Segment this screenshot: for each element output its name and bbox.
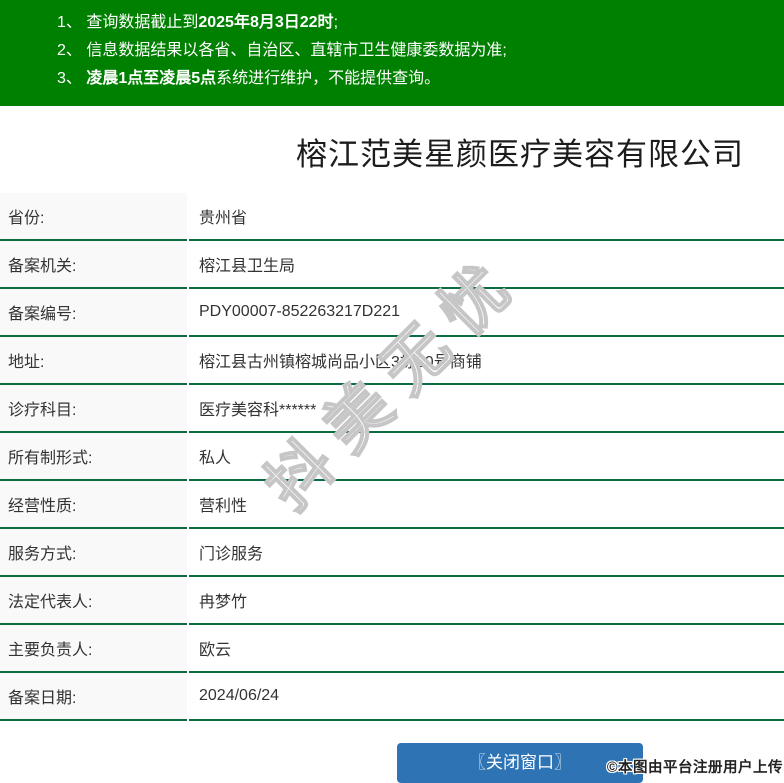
row-label: 主要负责人: [0,625,187,673]
table-row-filing-date: 备案日期: 2024/06/24 [0,673,784,721]
row-label: 法定代表人: [0,577,187,625]
table-row-principal-person: 主要负责人: 欧云 [0,625,784,673]
table-row-filing-authority: 备案机关: 榕江县卫生局 [0,241,784,289]
row-label: 服务方式: [0,529,187,577]
notice-line-3-bold: 凌晨1点至凌晨5点 [86,70,217,87]
upload-credit-watermark: ©本图由平台注册用户上传 [606,760,783,776]
row-label: 备案机关: [0,241,187,289]
table-row-service-mode: 服务方式: 门诊服务 [0,529,784,577]
row-label: 备案编号: [0,289,187,337]
notice-line-3-text: 3、 [57,70,87,87]
notice-line-3: 3、 凌晨1点至凌晨5点系统进行维护，不能提供查询。 [57,65,774,93]
row-value: PDY00007-852263217D221 [189,289,784,337]
page-title: 榕江范美星颜医疗美容有限公司 [296,137,744,172]
notice-line-1-bold: 2025年8月3日22时 [198,14,334,31]
registration-info-table: 省份: 贵州省 备案机关: 榕江县卫生局 备案编号: PDY00007-8522… [0,193,784,721]
record-document: 榕江范美星颜医疗美容有限公司 省份: 贵州省 备案机关: 榕江县卫生局 备案编号… [0,133,784,783]
row-label: 备案日期: [0,673,187,721]
notice-line-2: 2、 信息数据结果以各省、自治区、直辖市卫生健康委数据为准; [57,37,774,65]
row-value: 欧云 [189,625,784,673]
row-value: 榕江县古州镇榕城尚品小区3栋20号商铺 [189,337,784,385]
row-label: 省份: [0,193,187,241]
row-value: 营利性 [189,481,784,529]
row-label: 诊疗科目: [0,385,187,433]
row-label: 所有制形式: [0,433,187,481]
row-label: 地址: [0,337,187,385]
notice-line-1-tail: ; [333,14,339,31]
table-row-ownership-type: 所有制形式: 私人 [0,433,784,481]
table-row-treatment-subjects: 诊疗科目: 医疗美容科****** [0,385,784,433]
row-value: 医疗美容科****** [189,385,784,433]
row-value: 冉梦竹 [189,577,784,625]
notice-line-2-text: 2、 信息数据结果以各省、自治区、直辖市卫生健康委数据为准; [57,42,507,59]
row-label: 经营性质: [0,481,187,529]
row-value: 门诊服务 [189,529,784,577]
table-row-filing-number: 备案编号: PDY00007-852263217D221 [0,289,784,337]
table-row-legal-representative: 法定代表人: 冉梦竹 [0,577,784,625]
row-value: 贵州省 [189,193,784,241]
notice-line-1-text: 1、 查询数据截止到 [57,14,199,31]
notice-line-3-tail: 系统进行维护，不能提供查询。 [216,70,441,87]
row-value: 2024/06/24 [189,673,784,721]
table-row-province: 省份: 贵州省 [0,193,784,241]
table-row-address: 地址: 榕江县古州镇榕城尚品小区3栋20号商铺 [0,337,784,385]
row-value: 私人 [189,433,784,481]
notice-line-1: 1、 查询数据截止到2025年8月3日22时; [57,9,774,37]
notice-banner: 1、 查询数据截止到2025年8月3日22时; 2、 信息数据结果以各省、自治区… [0,0,784,106]
row-value: 榕江县卫生局 [189,241,784,289]
table-row-business-nature: 经营性质: 营利性 [0,481,784,529]
